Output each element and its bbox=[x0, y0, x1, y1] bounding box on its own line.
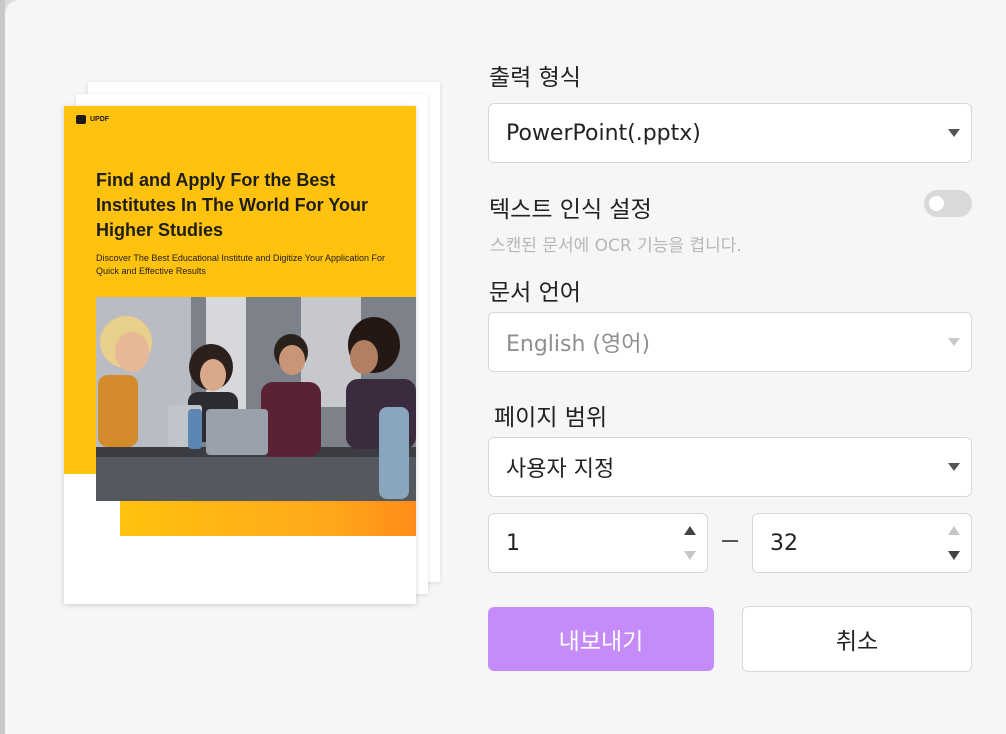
updf-logo-icon bbox=[76, 115, 86, 124]
page-from-stepper[interactable] bbox=[683, 526, 697, 560]
ocr-settings-label: 텍스트 인식 설정 bbox=[489, 197, 652, 223]
decrement-icon[interactable] bbox=[948, 551, 960, 560]
page-to-value: 32 bbox=[770, 530, 798, 556]
decrement-icon[interactable] bbox=[684, 551, 696, 560]
export-button[interactable]: 내보내기 bbox=[488, 607, 714, 671]
page-range-value: 사용자 지정 bbox=[506, 457, 615, 482]
preview-subtitle: Discover The Best Educational Institute … bbox=[96, 253, 385, 276]
page-range-label: 페이지 범위 bbox=[494, 405, 608, 431]
ocr-toggle[interactable] bbox=[924, 190, 972, 217]
range-separator bbox=[722, 540, 738, 542]
chevron-down-icon bbox=[948, 463, 960, 471]
students-photo-illustration bbox=[96, 297, 416, 501]
increment-icon[interactable] bbox=[684, 526, 696, 535]
page-from-input[interactable]: 1 bbox=[488, 513, 708, 573]
preview-page: UPDF Find and Apply For the Best Institu… bbox=[64, 106, 416, 604]
ocr-hint: 스캔된 문서에 OCR 기능을 켭니다. bbox=[490, 236, 742, 256]
page-from-value: 1 bbox=[506, 530, 520, 556]
page-to-stepper[interactable] bbox=[947, 526, 961, 560]
toggle-knob bbox=[929, 196, 944, 211]
output-format-label: 출력 형식 bbox=[489, 65, 581, 91]
page-range-select[interactable]: 사용자 지정 bbox=[488, 437, 972, 497]
preview-title: Find and Apply For the Best Institutes I… bbox=[96, 170, 369, 240]
document-language-select[interactable]: English (영어) bbox=[488, 312, 972, 372]
page-to-input[interactable]: 32 bbox=[752, 513, 972, 573]
cancel-button[interactable]: 취소 bbox=[742, 606, 972, 672]
chevron-down-icon bbox=[948, 129, 960, 137]
preview-accent-band bbox=[120, 496, 416, 536]
output-format-value: PowerPoint(.pptx) bbox=[506, 120, 701, 146]
output-format-select[interactable]: PowerPoint(.pptx) bbox=[488, 103, 972, 163]
document-language-value: English (영어) bbox=[506, 332, 651, 357]
document-language-label: 문서 언어 bbox=[489, 280, 581, 306]
chevron-down-icon bbox=[948, 338, 960, 346]
preview-photo bbox=[96, 297, 416, 501]
preview-logo-text: UPDF bbox=[90, 116, 110, 123]
preview-logo: UPDF bbox=[76, 115, 109, 124]
increment-icon[interactable] bbox=[948, 526, 960, 535]
